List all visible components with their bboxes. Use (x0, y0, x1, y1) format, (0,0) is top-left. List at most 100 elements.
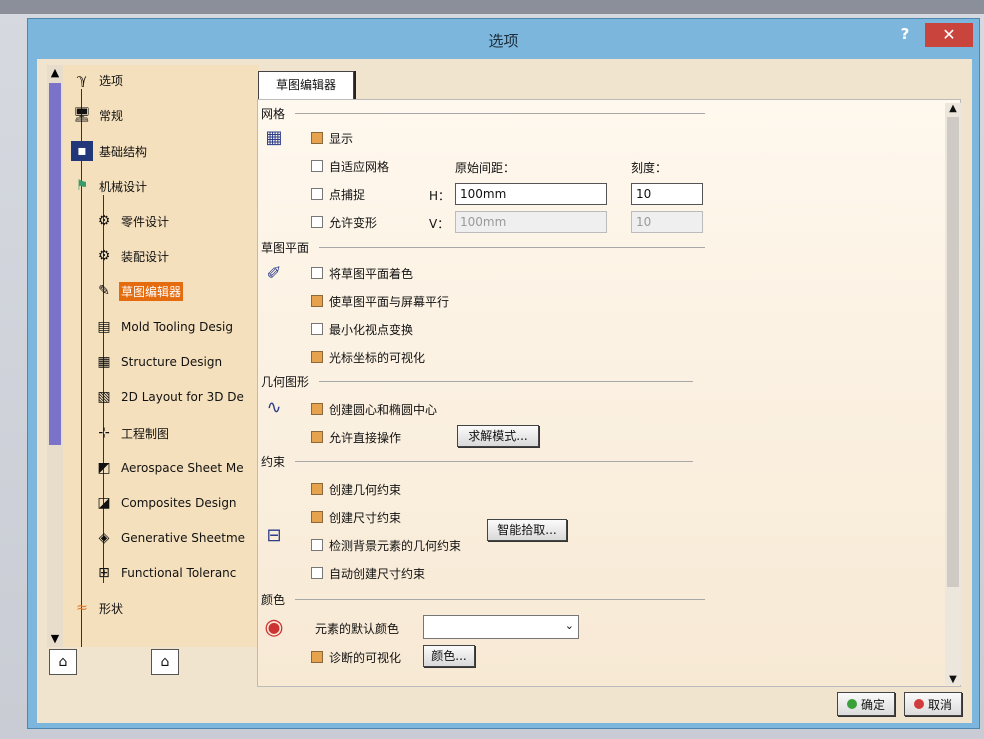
tree-item-structure-design[interactable]: ▦ Structure Design (93, 351, 224, 373)
composites-icon: ◪ (97, 495, 111, 511)
tree-scroll-thumb[interactable] (49, 83, 61, 445)
tree-item-infrastructure[interactable]: ▪ 基础结构 (71, 140, 149, 162)
geometry-direct-checkbox[interactable] (311, 431, 323, 443)
section-colors: 颜色 (261, 591, 706, 608)
grid-snap-checkbox[interactable] (311, 188, 323, 200)
geometry-centers-checkbox[interactable] (311, 403, 323, 415)
tree-item-assembly-design[interactable]: ⚙ 装配设计 (93, 245, 171, 267)
tree-item-generative-sheetmetal[interactable]: ◈ Generative Sheetme (93, 527, 247, 549)
part-design-icon: ⚙ (97, 213, 111, 229)
constraint-dimensional-checkbox[interactable] (311, 511, 323, 523)
grid-spacing-label: 原始间距： (455, 161, 516, 175)
grid-distort-option[interactable]: 允许变形 (311, 213, 377, 231)
panel-scroll-thumb[interactable] (947, 117, 959, 587)
grid-adaptive-checkbox[interactable] (311, 160, 323, 172)
chevron-down-icon: ⌄ (564, 619, 574, 632)
tree-item-composites-design[interactable]: ◪ Composites Design (93, 492, 239, 514)
sketch-plane-cursor-checkbox[interactable] (311, 351, 323, 363)
grid-graduation-label: 刻度： (631, 161, 668, 175)
panel-scroll-down-icon[interactable]: ▼ (947, 674, 959, 685)
sketch-plane-parallel-option[interactable]: 使草图平面与屏幕平行 (311, 292, 449, 310)
grid-adaptive-option[interactable]: 自适应网格 (311, 157, 389, 175)
sketch-plane-shade-option[interactable]: 将草图平面着色 (311, 264, 413, 282)
options-dialog: 选项 ? ✕ ▲ ▼ ℽ 选项 🖥 常规 ▪ 基础结构 ⚑ 机械设计 ⚙ 零件设… (27, 18, 980, 729)
tree-scroll-down-icon[interactable]: ▼ (49, 633, 61, 645)
cancel-icon (913, 699, 924, 709)
grid-h-graduation-field[interactable]: 10 (631, 183, 703, 205)
grid-h-spacing-field[interactable]: 100mm (455, 183, 607, 205)
tree-item-sketcher[interactable]: ✎ 草图编辑器 (93, 280, 184, 302)
grid-v-spacing-field: 100mm (455, 211, 607, 233)
constraint-geometric-option[interactable]: 创建几何约束 (311, 480, 401, 498)
tree-item-aerospace-sheet[interactable]: ◩ Aerospace Sheet Me (93, 457, 246, 479)
panel-scroll-up-icon[interactable]: ▲ (947, 103, 959, 114)
constraint-background-checkbox[interactable] (311, 539, 323, 551)
section-constraint: 约束 (261, 453, 694, 470)
section-divider (295, 113, 706, 114)
smartpick-button[interactable]: 智能拾取... (487, 519, 567, 541)
grid-v-label: V： (429, 217, 450, 231)
tree-collapse-button[interactable]: ⌂ (151, 649, 179, 675)
ok-button[interactable]: 确定 (837, 692, 895, 716)
tree-expand-button[interactable]: ⌂ (49, 649, 77, 675)
tree-scroll-up-icon[interactable]: ▲ (49, 67, 61, 79)
close-button[interactable]: ✕ (925, 23, 973, 47)
tree-item-functional-tolerancing[interactable]: ⊞ Functional Toleranc (93, 562, 238, 584)
sketch-plane-shade-checkbox[interactable] (311, 267, 323, 279)
panel-scrollbar[interactable]: ▲ ▼ (945, 103, 961, 685)
title-bar: 选项 ? ✕ (28, 19, 979, 59)
tree-scrollbar[interactable]: ▲ ▼ (47, 65, 63, 647)
generative-sheetmetal-icon: ◈ (98, 530, 110, 546)
grid-show-checkbox[interactable] (311, 132, 323, 144)
cancel-button[interactable]: 取消 (904, 692, 962, 716)
default-color-select[interactable]: ⌄ (423, 615, 579, 639)
ok-icon (846, 699, 857, 709)
section-divider (319, 381, 694, 382)
sketch-plane-parallel-checkbox[interactable] (311, 295, 323, 307)
tree-item-2d-layout[interactable]: ▧ 2D Layout for 3D De (93, 386, 246, 408)
colors-diagnosis-checkbox[interactable] (311, 651, 323, 663)
section-sketch-plane-title: 草图平面 (261, 241, 310, 255)
section-sketch-plane: 草图平面 (261, 239, 706, 256)
tree-item-mold-tooling[interactable]: ▤ Mold Tooling Desig (93, 316, 235, 338)
aerospace-sheet-icon: ◩ (97, 460, 111, 476)
grid-v-graduation-field: 10 (631, 211, 703, 233)
assembly-design-icon: ⚙ (97, 248, 111, 264)
section-constraint-title: 约束 (261, 455, 286, 469)
section-geometry-title: 几何图形 (261, 375, 310, 389)
constraint-auto-option[interactable]: 自动创建尺寸约束 (311, 564, 425, 582)
geometry-direct-option[interactable]: 允许直接操作 (311, 428, 401, 446)
mold-tooling-icon: ▤ (97, 319, 111, 335)
sketch-plane-minimize-checkbox[interactable] (311, 323, 323, 335)
constraint-background-option[interactable]: 检测背景元素的几何约束 (311, 536, 461, 554)
help-button[interactable]: ? (895, 25, 915, 45)
sketch-plane-minimize-option[interactable]: 最小化视点变换 (311, 320, 413, 338)
sketch-plane-cursor-option[interactable]: 光标坐标的可视化 (311, 348, 425, 366)
grid-show-option[interactable]: 显示 (311, 129, 353, 147)
geometry-centers-option[interactable]: 创建圆心和椭圆中心 (311, 400, 437, 418)
constraint-dimensional-option[interactable]: 创建尺寸约束 (311, 508, 401, 526)
tree-line (81, 89, 82, 647)
colors-button[interactable]: 颜色... (423, 645, 475, 667)
expand-tree-icon: ⌂ (58, 654, 68, 670)
section-grid-title: 网格 (261, 107, 286, 121)
drafting-icon: ⊹ (98, 425, 110, 441)
tree-item-mechanical-design[interactable]: ⚑ 机械设计 (71, 175, 149, 197)
tree-item-options[interactable]: ℽ 选项 (71, 69, 125, 91)
solving-mode-button[interactable]: 求解模式... (457, 425, 539, 447)
tree-item-drafting[interactable]: ⊹ 工程制图 (93, 422, 171, 444)
dialog-title: 选项 (488, 32, 519, 50)
grid-h-label: H： (429, 189, 451, 203)
colors-diagnosis-option[interactable]: 诊断的可视化 (311, 648, 401, 666)
options-icon: ℽ (76, 72, 88, 88)
grid-snap-option[interactable]: 点捕捉 (311, 185, 365, 203)
section-divider (295, 599, 706, 600)
grid-distort-checkbox[interactable] (311, 216, 323, 228)
section-geometry: 几何图形 (261, 373, 694, 390)
tab-sketcher[interactable]: 草图编辑器 (258, 71, 354, 99)
tree-item-general[interactable]: 🖥 常规 (71, 104, 125, 126)
constraint-geometric-checkbox[interactable] (311, 483, 323, 495)
constraint-auto-checkbox[interactable] (311, 567, 323, 579)
tree-item-shape[interactable]: ≈ 形状 (71, 597, 125, 619)
tree-item-part-design[interactable]: ⚙ 零件设计 (93, 210, 171, 232)
